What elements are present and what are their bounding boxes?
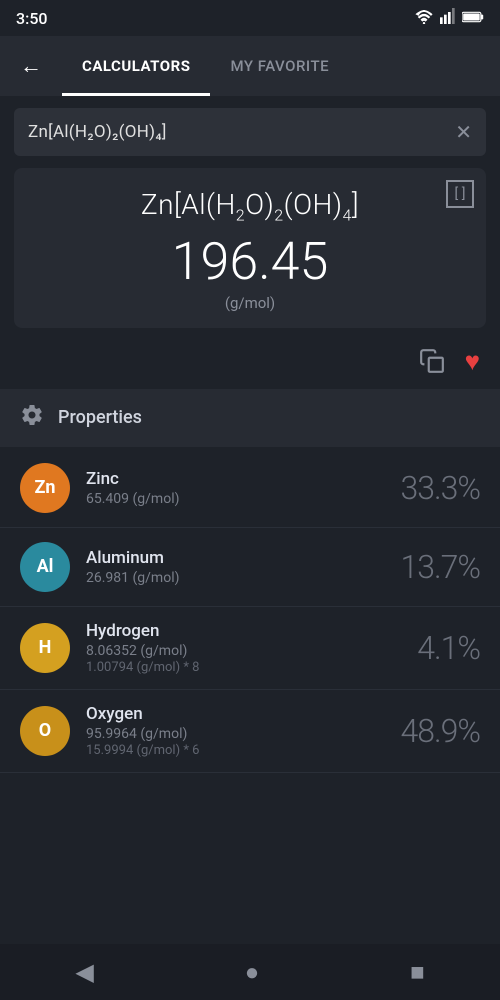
element-info: Hydrogen 8.06352 (g/mol)1.00794 (g/mol) *… bbox=[86, 621, 417, 675]
elements-list: Zn Zinc 65.409 (g/mol)33.3% Al Aluminum 26.98… bbox=[0, 449, 500, 773]
back-nav-button[interactable]: ◀ bbox=[55, 950, 113, 994]
status-bar: 3:50 bbox=[0, 0, 500, 36]
properties-header: Properties bbox=[0, 389, 500, 447]
element-mol: 95.9964 (g/mol) bbox=[86, 726, 400, 742]
element-row: H Hydrogen 8.06352 (g/mol)1.00794 (g/mol) … bbox=[0, 607, 500, 690]
properties-icon bbox=[20, 403, 44, 433]
element-name: Aluminum bbox=[86, 548, 400, 568]
home-nav-button[interactable]: ● bbox=[225, 950, 280, 995]
element-detail: 15.9994 (g/mol) * 6 bbox=[86, 743, 400, 758]
element-row: Al Aluminum 26.981 (g/mol)13.7% bbox=[0, 528, 500, 607]
formula-title: Zn[Al(H2O)2(OH)4] bbox=[30, 188, 470, 225]
nav-tabs: CALCULATORS MY FAVORITE bbox=[62, 36, 484, 96]
search-bar: Zn[Al(H₂O)₂(OH)₄] ✕ bbox=[14, 108, 486, 156]
element-name: Oxygen bbox=[86, 704, 400, 724]
unit-label: (g/mol) bbox=[30, 294, 470, 312]
element-name: Hydrogen bbox=[86, 621, 417, 641]
element-badge: Zn bbox=[20, 463, 70, 513]
element-info: Zinc 65.409 (g/mol) bbox=[86, 469, 400, 507]
element-row: O Oxygen 95.9964 (g/mol)15.9994 (g/mol) * … bbox=[0, 690, 500, 773]
wifi-icon bbox=[414, 9, 434, 28]
element-badge: Al bbox=[20, 542, 70, 592]
element-name: Zinc bbox=[86, 469, 400, 489]
element-percent: 33.3% bbox=[400, 469, 480, 507]
bottom-nav: ◀ ● ■ bbox=[0, 944, 500, 1000]
expand-button[interactable]: [ ] bbox=[446, 180, 474, 208]
molecular-weight: 196.45 bbox=[30, 233, 470, 290]
element-detail: 1.00794 (g/mol) * 8 bbox=[86, 660, 417, 675]
top-nav: ← CALCULATORS MY FAVORITE bbox=[0, 36, 500, 96]
favorite-button[interactable]: ♥ bbox=[465, 346, 480, 377]
recent-nav-button[interactable]: ■ bbox=[390, 950, 445, 995]
element-mol: 26.981 (g/mol) bbox=[86, 570, 400, 586]
tab-calculators[interactable]: CALCULATORS bbox=[62, 36, 210, 96]
element-row: Zn Zinc 65.409 (g/mol)33.3% bbox=[0, 449, 500, 528]
action-bar: ♥ bbox=[0, 340, 500, 389]
battery-icon bbox=[462, 9, 484, 28]
signal-icon bbox=[440, 8, 456, 28]
element-percent: 48.9% bbox=[400, 712, 480, 750]
element-percent: 13.7% bbox=[400, 548, 480, 586]
element-percent: 4.1% bbox=[417, 629, 480, 667]
element-mol: 8.06352 (g/mol) bbox=[86, 643, 417, 659]
back-button[interactable]: ← bbox=[16, 49, 46, 83]
element-badge: O bbox=[20, 706, 70, 756]
clear-button[interactable]: ✕ bbox=[455, 120, 472, 144]
properties-title: Properties bbox=[58, 407, 142, 428]
element-info: Aluminum 26.981 (g/mol) bbox=[86, 548, 400, 586]
status-time: 3:50 bbox=[16, 9, 48, 28]
status-icons bbox=[414, 8, 484, 28]
search-input-value[interactable]: Zn[Al(H₂O)₂(OH)₄] bbox=[28, 122, 455, 142]
element-info: Oxygen 95.9964 (g/mol)15.9994 (g/mol) * 6 bbox=[86, 704, 400, 758]
tab-myfavorite[interactable]: MY FAVORITE bbox=[210, 36, 349, 96]
element-mol: 65.409 (g/mol) bbox=[86, 491, 400, 507]
element-badge: H bbox=[20, 623, 70, 673]
formula-display: [ ] Zn[Al(H2O)2(OH)4] 196.45 (g/mol) bbox=[14, 168, 486, 328]
copy-button[interactable] bbox=[419, 346, 445, 377]
